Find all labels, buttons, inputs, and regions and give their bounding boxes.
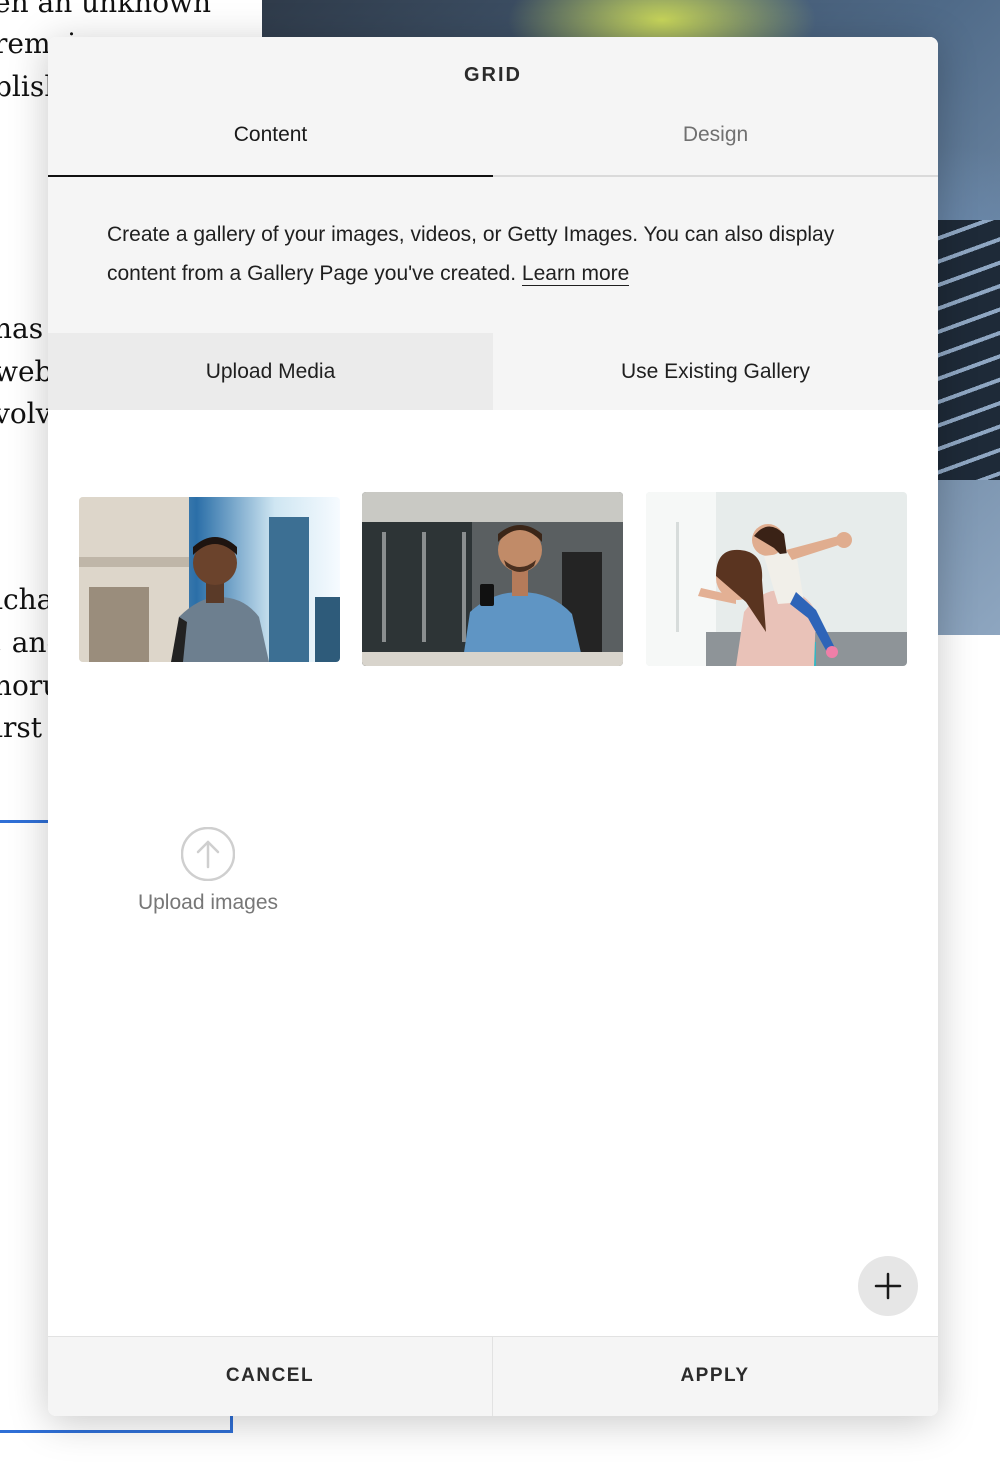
thumbnail-photo-man-at-desk (362, 492, 623, 666)
dialog-footer: CANCEL APPLY (48, 1336, 938, 1416)
background-blue-line (0, 820, 48, 823)
bg-text-line: irst (0, 711, 42, 744)
grid-block-editor-dialog: GRID Content Design Create a gallery of … (48, 37, 938, 1416)
thumbnail-photo-mother-and-daughter (646, 492, 907, 666)
apply-button[interactable]: APPLY (493, 1337, 937, 1416)
cancel-button[interactable]: CANCEL (48, 1337, 493, 1416)
gallery-thumbnail[interactable] (79, 497, 340, 662)
description-text: Create a gallery of your images, videos,… (107, 223, 835, 285)
upload-images-dropzone[interactable]: Upload images (108, 827, 308, 937)
use-existing-gallery-segment[interactable]: Use Existing Gallery (493, 333, 938, 410)
keyboard-keys (930, 220, 1000, 480)
bg-text-line: icha (0, 583, 54, 616)
upload-media-segment[interactable]: Upload Media (48, 333, 493, 410)
thumbnail-photo-man-outdoors (79, 497, 340, 662)
tab-content[interactable]: Content (48, 109, 493, 177)
upload-arrow-icon (181, 827, 235, 881)
plus-icon (874, 1272, 902, 1300)
bg-text-line: en an unknown (0, 0, 212, 19)
gallery-thumbnail[interactable] (362, 492, 623, 666)
dialog-title: GRID (464, 64, 522, 86)
bg-text-line: volv (0, 397, 52, 430)
gallery-description: Create a gallery of your images, videos,… (107, 215, 897, 293)
learn-more-link[interactable]: Learn more (521, 262, 630, 286)
dialog-header-panel: GRID Content Design Create a gallery of … (48, 37, 938, 410)
bg-text-line: web (0, 355, 53, 388)
add-button[interactable] (858, 1256, 918, 1316)
gallery-thumbnail[interactable] (646, 492, 907, 666)
tab-design[interactable]: Design (493, 109, 938, 177)
upload-images-label: Upload images (137, 891, 279, 914)
